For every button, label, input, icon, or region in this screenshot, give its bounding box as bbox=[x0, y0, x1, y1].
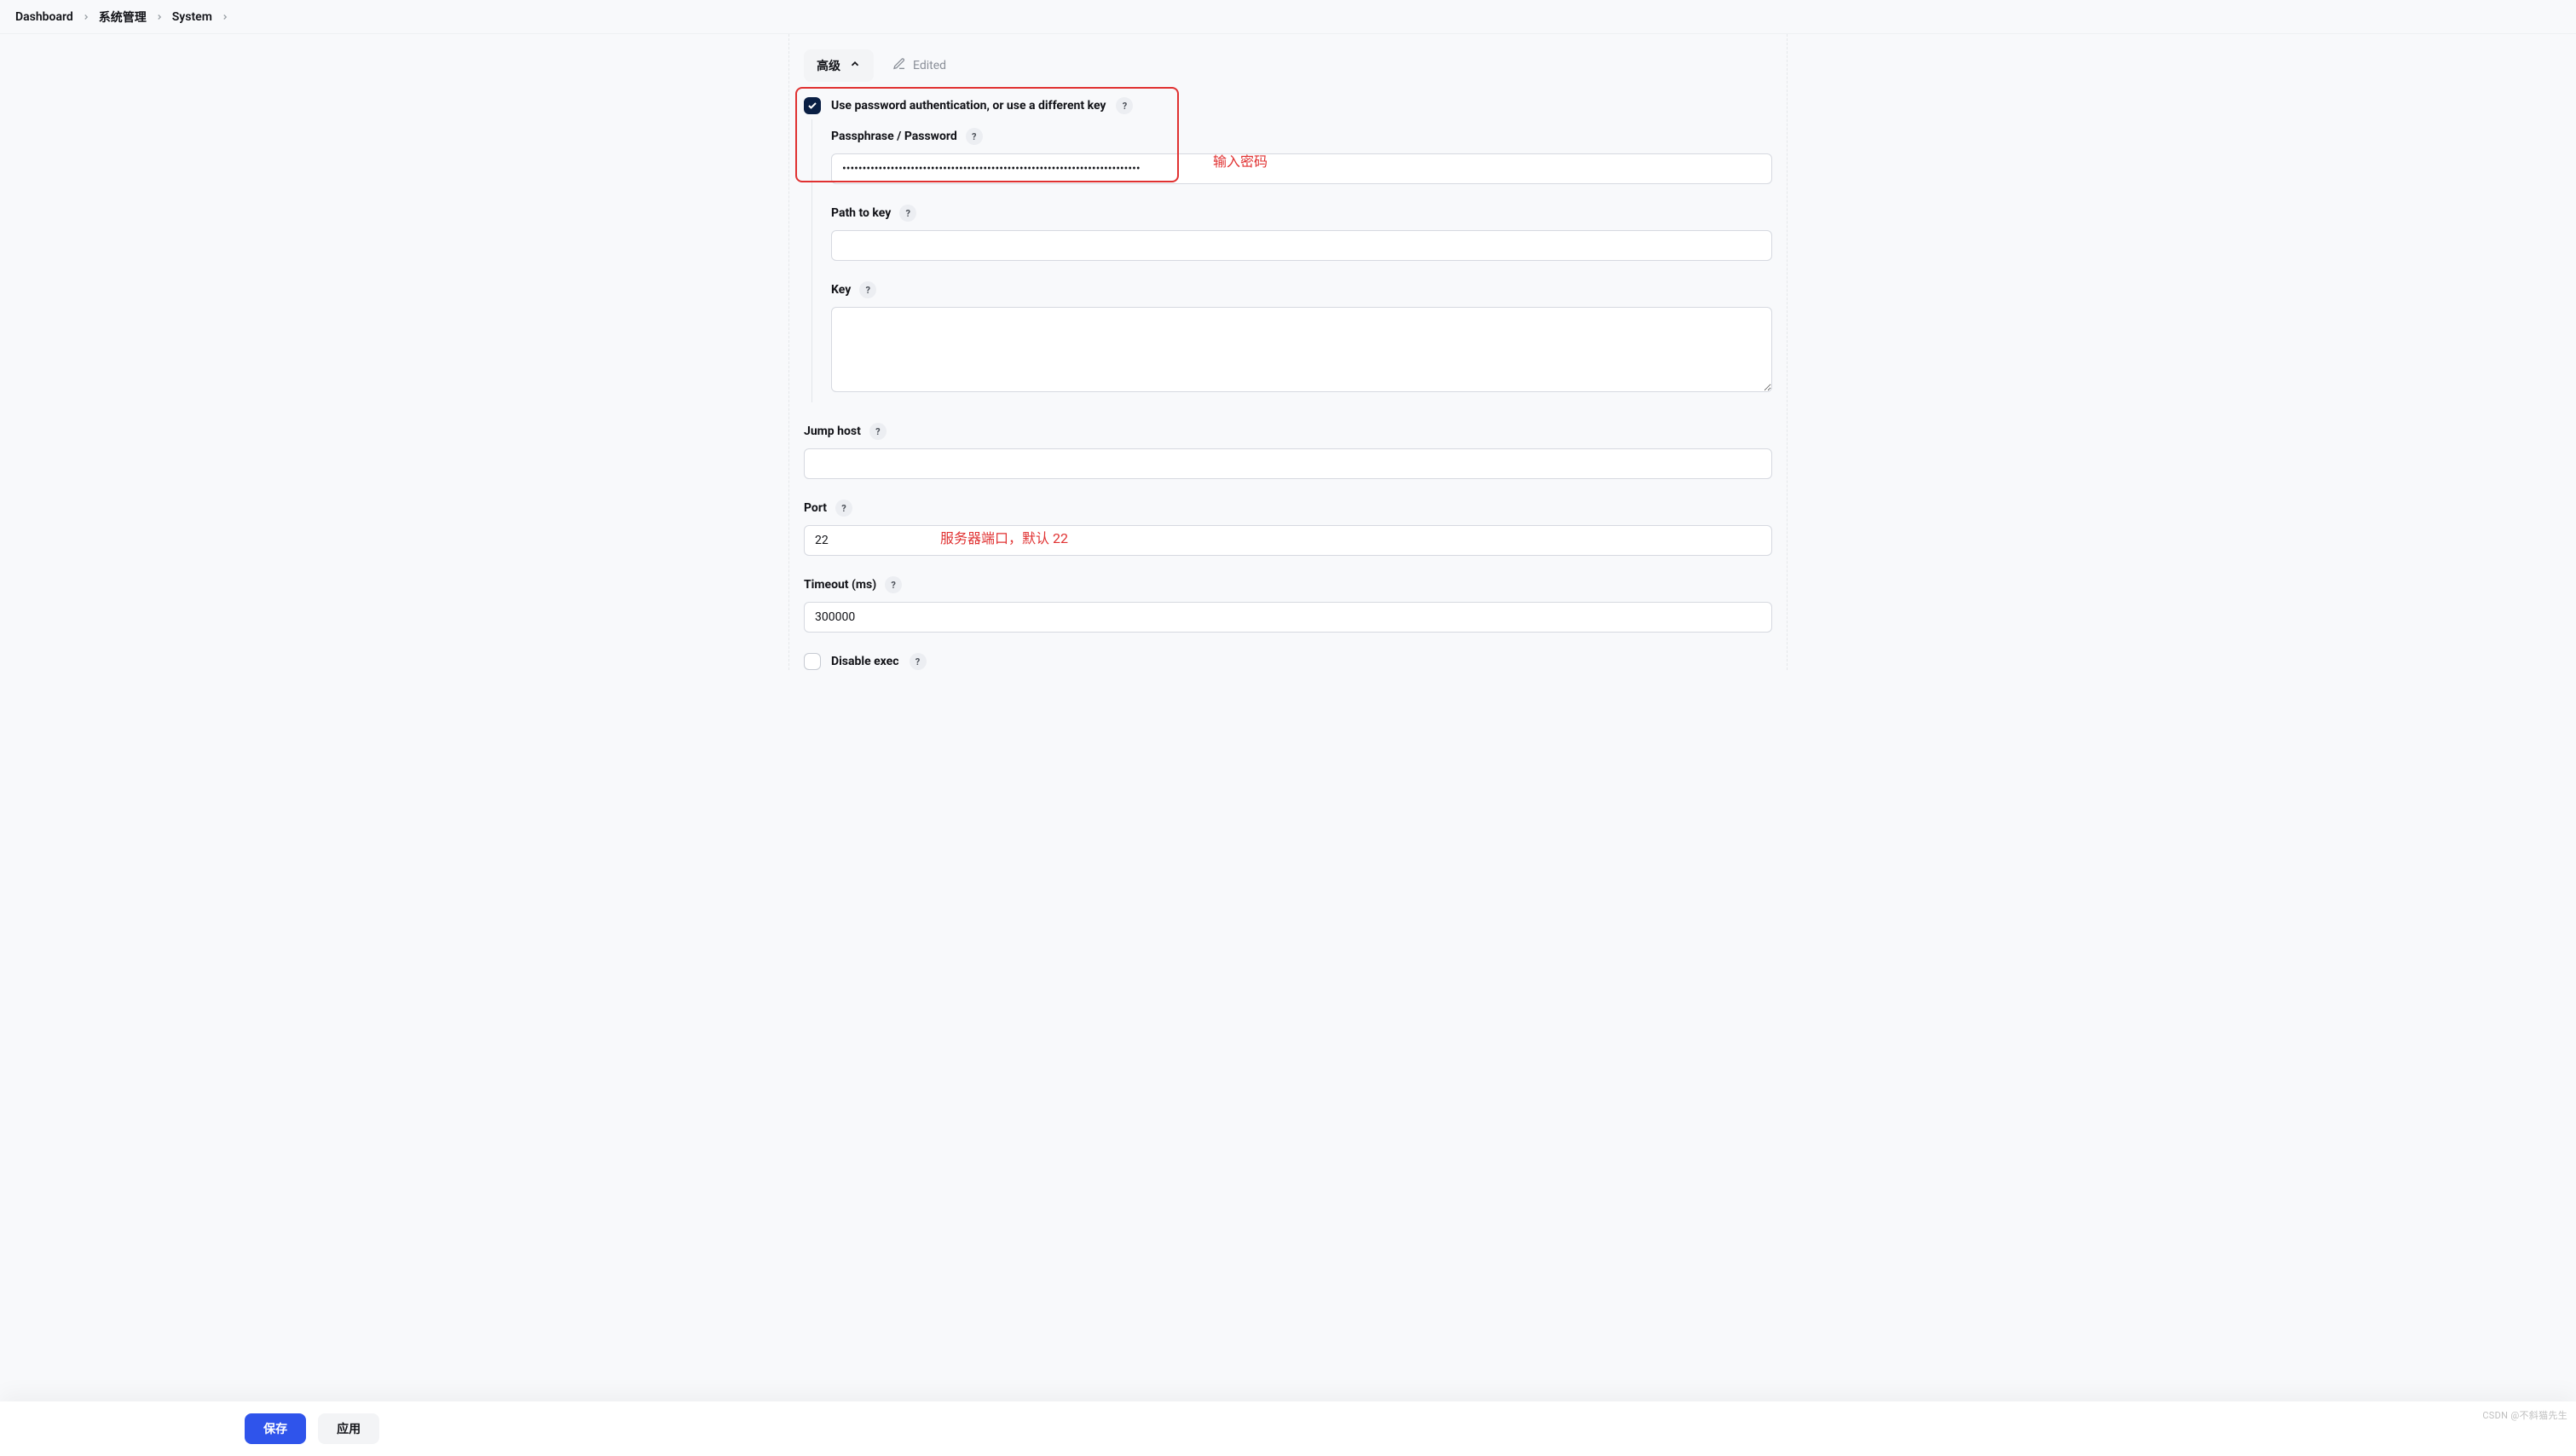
help-icon[interactable]: ? bbox=[1116, 97, 1133, 114]
edited-label: Edited bbox=[913, 59, 946, 72]
breadcrumb-item-system-admin[interactable]: 系统管理 bbox=[99, 9, 147, 26]
help-icon[interactable]: ? bbox=[835, 500, 852, 517]
apply-button[interactable]: 应用 bbox=[318, 1413, 379, 1444]
edited-indicator: Edited bbox=[892, 57, 946, 74]
help-icon[interactable]: ? bbox=[885, 576, 902, 593]
timeout-field[interactable] bbox=[804, 602, 1772, 633]
advanced-section-label: 高级 bbox=[817, 57, 840, 74]
path-to-key-field[interactable] bbox=[831, 230, 1772, 261]
disable-exec-label: Disable exec bbox=[831, 655, 899, 668]
disable-exec-checkbox[interactable] bbox=[804, 653, 821, 670]
breadcrumb: Dashboard 系统管理 System bbox=[0, 0, 2576, 34]
save-button[interactable]: 保存 bbox=[245, 1413, 306, 1444]
help-icon[interactable]: ? bbox=[859, 281, 876, 298]
use-password-auth-checkbox[interactable] bbox=[804, 97, 821, 114]
passphrase-field[interactable] bbox=[831, 153, 1772, 184]
pencil-icon bbox=[892, 57, 906, 74]
use-password-auth-label: Use password authentication, or use a di… bbox=[831, 99, 1106, 113]
help-icon[interactable]: ? bbox=[869, 423, 887, 440]
port-field[interactable] bbox=[804, 525, 1772, 556]
chevron-up-icon bbox=[849, 58, 861, 73]
passphrase-label: Passphrase / Password bbox=[831, 130, 957, 143]
jump-host-label: Jump host bbox=[804, 425, 861, 438]
timeout-label: Timeout (ms) bbox=[804, 578, 876, 592]
jump-host-field[interactable] bbox=[804, 448, 1772, 479]
key-label: Key bbox=[831, 283, 851, 297]
chevron-right-icon bbox=[82, 13, 90, 21]
chevron-right-icon bbox=[155, 13, 164, 21]
path-to-key-label: Path to key bbox=[831, 206, 891, 220]
help-icon[interactable]: ? bbox=[910, 653, 927, 670]
help-icon[interactable]: ? bbox=[899, 205, 916, 222]
breadcrumb-item-system[interactable]: System bbox=[172, 10, 212, 24]
key-field[interactable] bbox=[831, 307, 1772, 392]
advanced-section-toggle[interactable]: 高级 bbox=[804, 49, 874, 82]
footer-action-bar: 保存 应用 bbox=[0, 1401, 2576, 1456]
breadcrumb-item-dashboard[interactable]: Dashboard bbox=[15, 10, 73, 24]
help-icon[interactable]: ? bbox=[966, 128, 983, 145]
port-label: Port bbox=[804, 501, 827, 515]
chevron-right-icon bbox=[221, 13, 229, 21]
